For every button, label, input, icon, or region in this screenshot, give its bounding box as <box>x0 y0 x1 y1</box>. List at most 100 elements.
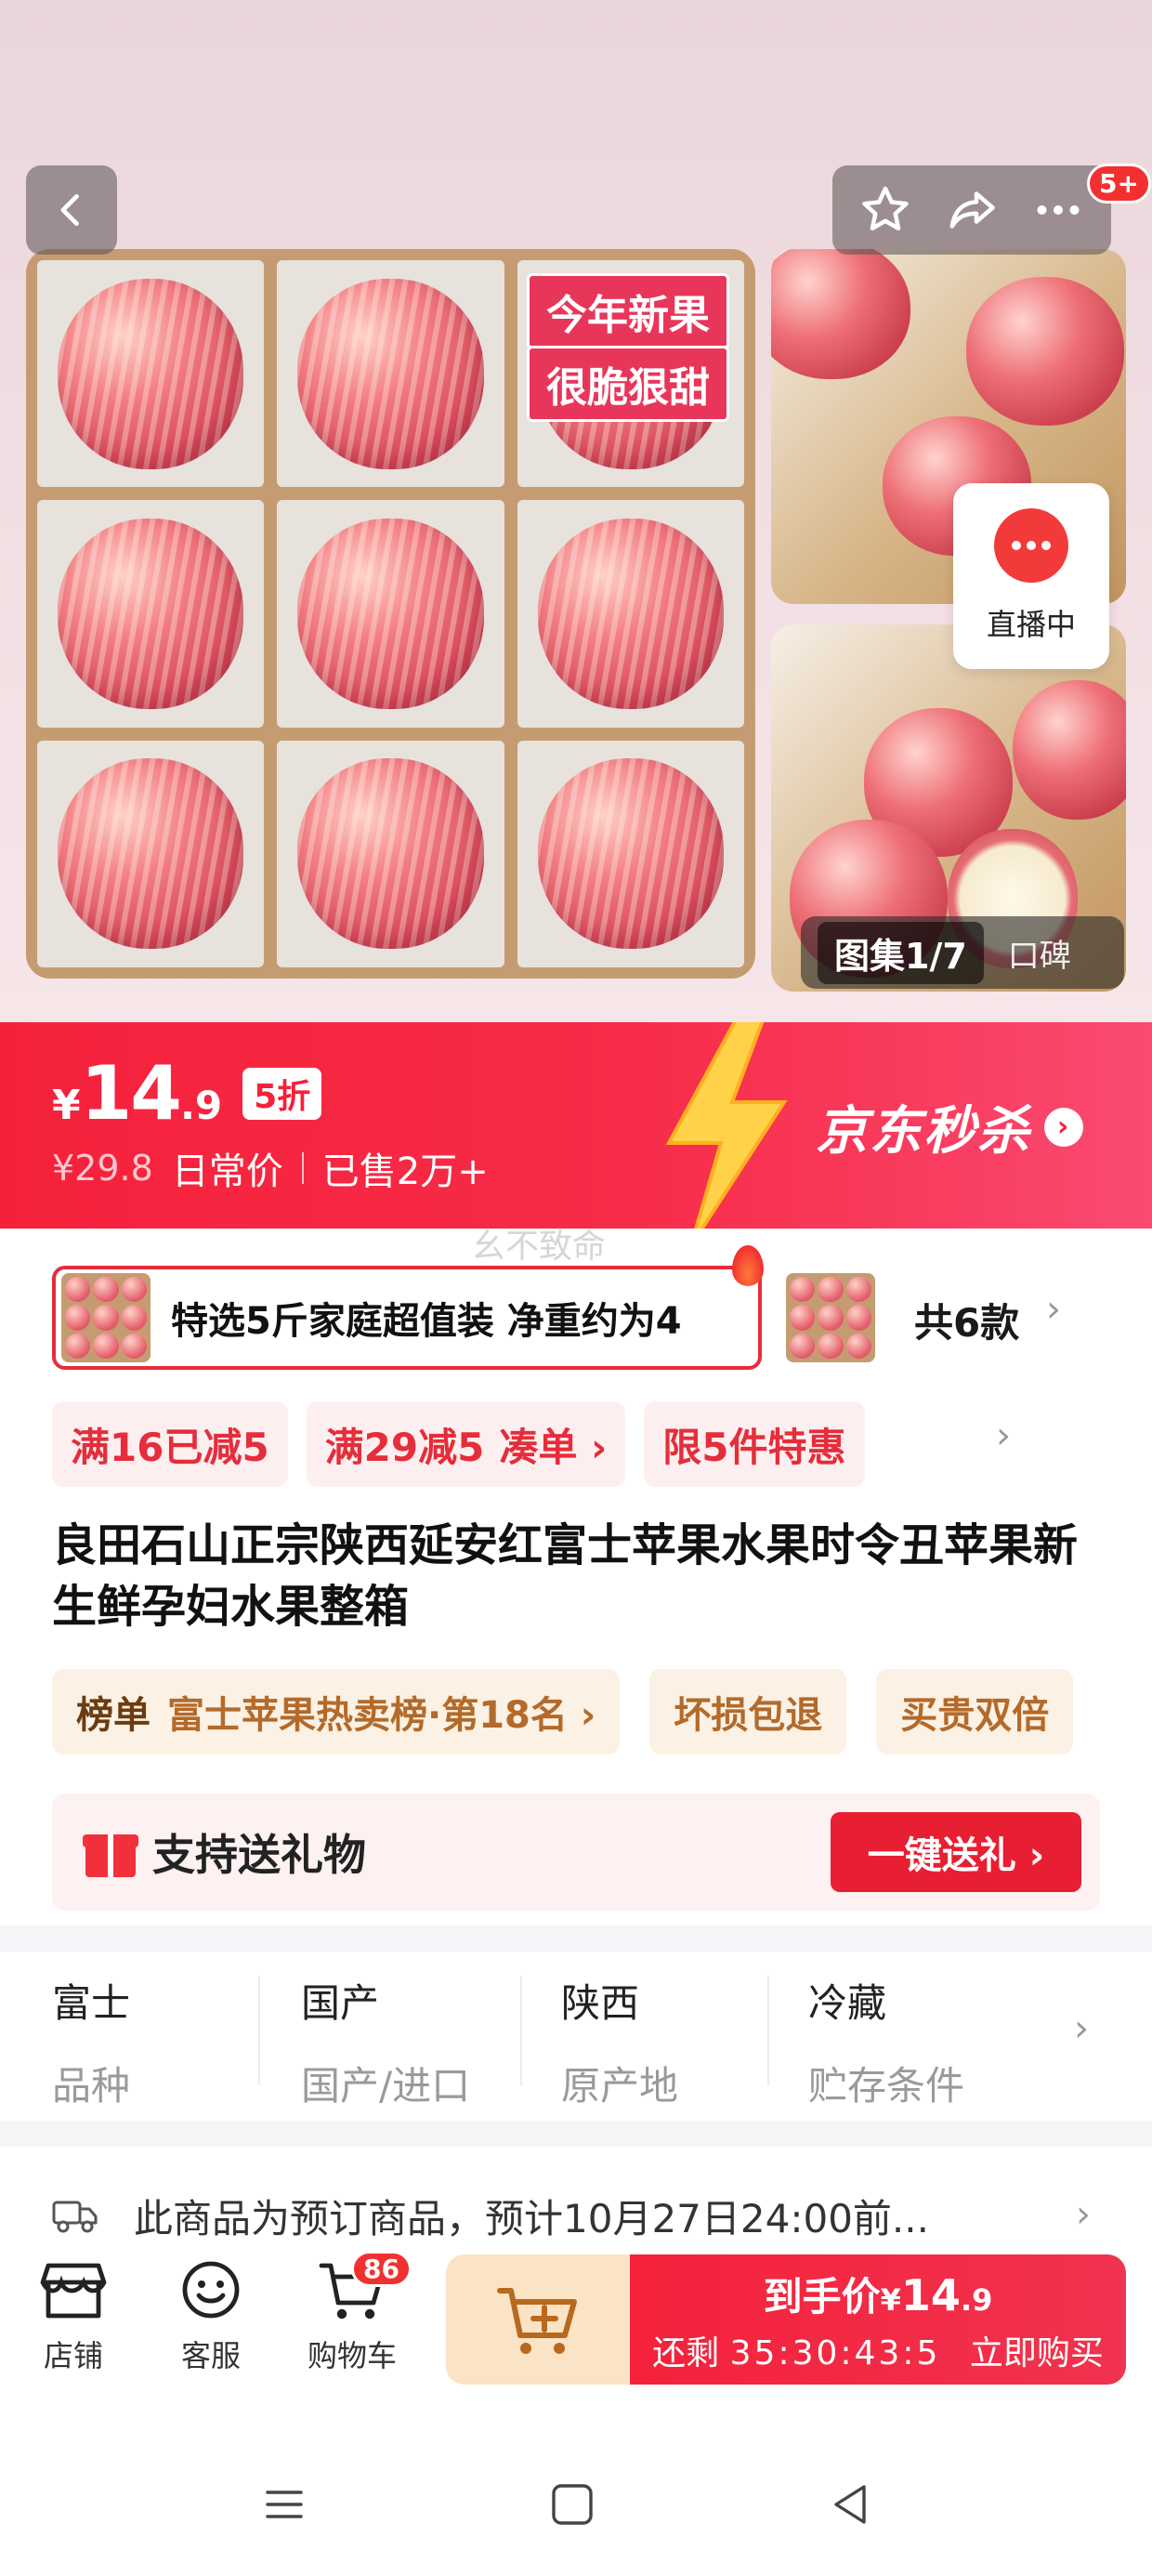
ranking-chip[interactable]: 榜单 富士苹果热卖榜·第18名 › <box>52 1669 621 1755</box>
shop-icon <box>40 2263 107 2319</box>
chevron-right-icon[interactable]: › <box>1046 1288 1061 1331</box>
variant-thumbnail-alt[interactable] <box>786 1273 875 1362</box>
sold-count: 已售2万+ <box>321 1150 489 1193</box>
shop-label: 店铺 <box>43 2338 103 2373</box>
delivery-info[interactable]: 此商品为预订商品，预计10月27日24:00前... <box>52 2182 1111 2249</box>
damage-refund-chip[interactable]: 坏损包退 <box>649 1669 847 1755</box>
live-stream-entry[interactable]: 直播中 <box>953 483 1109 669</box>
gift-label: 支持送礼物 <box>152 1830 366 1880</box>
system-navigation-bar <box>0 2435 1152 2576</box>
bottom-action-bar: 店铺 客服 86 购物车 到手价 ¥ 14 .9 还剩 35:30:43:5 立… <box>0 2241 1152 2390</box>
spec-key: 品种 <box>52 2063 131 2109</box>
chevron-right-icon[interactable]: › <box>1076 2193 1091 2236</box>
spec-origin-place: 陕西 原产地 <box>522 1939 767 2115</box>
variant-thumbnail <box>61 1273 151 1362</box>
campaign-label: 京东秒杀 <box>816 1101 1031 1162</box>
product-gallery[interactable]: 今年新果 很脆狠甜 5+ 直播中 图集1/7 口碑 <box>0 0 1152 1022</box>
coupon-item[interactable]: 满29减5 凑单 › <box>306 1401 626 1487</box>
gift-support-bar: 支持送礼物 一键送礼 › <box>52 1794 1100 1911</box>
more-options-icon[interactable] <box>1021 173 1095 247</box>
countdown-label: 还剩 <box>652 2333 720 2372</box>
price-guarantee-chip[interactable]: 买贵双倍 <box>876 1669 1074 1755</box>
spec-value: 富士 <box>52 1980 131 2026</box>
back-button[interactable] <box>26 165 117 255</box>
coupon-item[interactable]: 满16已减5 <box>52 1401 288 1487</box>
final-price-currency: ¥ <box>880 2281 901 2318</box>
final-price-integer: 14 <box>900 2269 961 2320</box>
variant-name: 特选5斤家庭超值装 净重约为4 <box>171 1300 682 1343</box>
original-price: ¥29.8 <box>52 1148 153 1189</box>
spec-storage: 冷藏 贮存条件 <box>769 1939 1011 2115</box>
home-icon[interactable] <box>544 2481 600 2528</box>
final-price-decimal: .9 <box>960 2281 993 2318</box>
spec-row[interactable]: 富士 品种 国产 国产/进口 陕西 原产地 冷藏 贮存条件 <box>0 1939 1152 2115</box>
delivery-text: 此商品为预订商品，预计10月27日24:00前... <box>134 2195 929 2241</box>
variant-count[interactable]: 共6款 <box>914 1292 1019 1348</box>
spec-value: 陕西 <box>561 1980 640 2026</box>
variant-selector: 特选5斤家庭超值装 净重约为4 共6款 › <box>52 1245 1130 1370</box>
watermark: 幺不致命 <box>472 1228 607 1266</box>
coupon-label: 限5件特惠 <box>662 1424 846 1470</box>
gift-icon <box>83 1827 138 1877</box>
back-triangle-icon[interactable] <box>823 2481 879 2528</box>
price: ¥ 14 .9 5折 <box>52 1050 322 1137</box>
countdown-line: 还剩 35:30:43:5 立即购买 <box>652 2326 1104 2374</box>
promo-tag-crisp-sweet: 很脆狠甜 <box>527 346 729 422</box>
main-product-image[interactable]: 今年新果 很脆狠甜 <box>26 249 755 979</box>
coupon-label: 满16已减5 <box>71 1424 269 1470</box>
product-title: 良田石山正宗陕西延安红富士苹果水果时令丑苹果新生鲜孕妇水果整箱 <box>52 1519 1079 1633</box>
menu-icon[interactable] <box>256 2481 312 2528</box>
add-to-cart-button[interactable] <box>446 2254 630 2385</box>
buy-now-button[interactable]: 到手价 ¥ 14 .9 还剩 35:30:43:5 立即购买 <box>630 2254 1126 2385</box>
chat-smile-icon <box>182 2261 240 2319</box>
chevron-right-icon[interactable]: › <box>1074 2007 1089 2050</box>
coupon-item[interactable]: 限5件特惠 <box>644 1401 865 1487</box>
price-decimal: .9 <box>179 1083 223 1128</box>
daily-price-label: 日常价 <box>171 1150 283 1193</box>
hot-flame-icon <box>732 1245 764 1286</box>
share-icon[interactable] <box>935 173 1009 247</box>
spec-value: 冷藏 <box>808 1980 887 2026</box>
service-label: 客服 <box>180 2338 241 2373</box>
truck-icon <box>52 2201 98 2233</box>
live-label: 直播中 <box>986 607 1076 642</box>
final-price-label: 到手价 <box>763 2273 881 2320</box>
chevron-right-icon: › <box>1044 1107 1083 1147</box>
coupon-add-on-link[interactable]: 凑单 › <box>499 1416 607 1473</box>
cart-label: 购物车 <box>307 2338 397 2373</box>
chevron-right-icon[interactable]: › <box>996 1414 1011 1457</box>
shop-tab[interactable]: 店铺 <box>13 2258 134 2375</box>
price-currency: ¥ <box>52 1082 81 1129</box>
price-subline: ¥29.8 日常价 已售2万+ <box>52 1141 489 1195</box>
cart-tab[interactable]: 86 购物车 <box>292 2251 412 2375</box>
badges-row: 榜单 富士苹果热卖榜·第18名 › 坏损包退 买贵双倍 <box>52 1669 1152 1755</box>
spec-origin-type: 国产 国产/进口 <box>260 1939 520 2115</box>
cart-count-badge: 86 <box>351 2251 412 2287</box>
coupon-row: 满16已减5 满29减5 凑单 › 限5件特惠 <box>52 1401 1130 1487</box>
final-price: 到手价 ¥ 14 .9 <box>764 2266 993 2322</box>
spec-key: 贮存条件 <box>808 2063 965 2109</box>
send-gift-button[interactable]: 一键送礼 › <box>831 1812 1081 1892</box>
countdown-timer: 35:30:43:5 <box>729 2333 941 2372</box>
coupon-label: 满29减5 <box>324 1424 485 1470</box>
top-action-group <box>832 165 1111 255</box>
ranking-head: 榜单 <box>76 1694 151 1737</box>
reviews-tab[interactable]: 口碑 <box>1008 930 1071 976</box>
favorite-star-icon[interactable] <box>848 173 923 247</box>
spec-value: 国产 <box>301 1980 380 2026</box>
discount-badge: 5折 <box>242 1067 322 1120</box>
price-integer: 14 <box>80 1050 182 1137</box>
section-divider <box>0 2121 1152 2147</box>
gallery-counter[interactable]: 图集1/7 口碑 <box>801 916 1124 989</box>
gallery-index: 图集1/7 <box>818 921 984 984</box>
variant-selected[interactable]: 特选5斤家庭超值装 净重约为4 <box>52 1245 764 1370</box>
divider <box>301 1152 304 1184</box>
spec-key: 国产/进口 <box>301 2063 471 2109</box>
lightning-icon <box>665 1022 788 1229</box>
buy-now-label: 立即购买 <box>969 2333 1104 2372</box>
seckill-price-banner[interactable]: ¥ 14 .9 5折 ¥29.8 日常价 已售2万+ 京东秒杀 › <box>0 1022 1152 1229</box>
customer-service-tab[interactable]: 客服 <box>151 2258 271 2375</box>
message-badge: 5+ <box>1087 164 1151 204</box>
ranking-text: 富士苹果热卖榜·第18名 › <box>167 1694 596 1737</box>
jd-seckill-link[interactable]: 京东秒杀 › <box>816 1089 1083 1164</box>
